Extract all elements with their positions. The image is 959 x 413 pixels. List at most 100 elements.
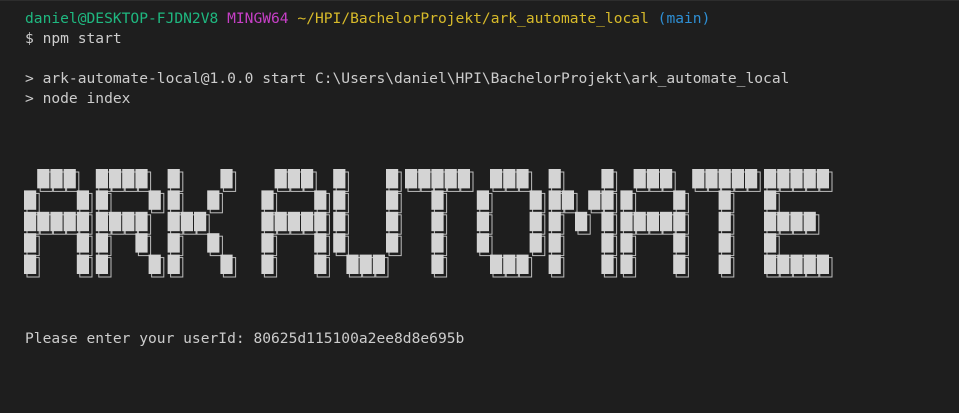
banner-block xyxy=(418,169,431,189)
banner-block xyxy=(386,190,399,210)
banner-block xyxy=(673,211,686,232)
banner-block xyxy=(220,254,233,274)
banner-block xyxy=(95,254,108,274)
banner-block xyxy=(24,211,37,232)
banner-block xyxy=(431,190,444,210)
banner-block xyxy=(548,211,561,232)
banner-block xyxy=(646,169,659,189)
banner-block xyxy=(148,190,161,210)
banner-block xyxy=(95,169,108,189)
banner-block xyxy=(601,169,614,189)
banner-block xyxy=(529,211,542,232)
banner-block xyxy=(692,169,705,189)
npm-script-line: > ark-automate-local@1.0.0 start C:\User… xyxy=(25,70,790,87)
banner-block xyxy=(287,169,300,189)
banner-block xyxy=(745,169,758,189)
banner-block xyxy=(194,211,207,232)
banner-block xyxy=(314,211,327,232)
command-line: $ npm start xyxy=(25,29,122,49)
banner-block xyxy=(386,233,399,253)
banner-block xyxy=(50,211,63,232)
banner-block xyxy=(764,233,777,253)
banner-block xyxy=(476,190,489,210)
banner-block xyxy=(135,233,148,253)
banner-block xyxy=(803,169,816,189)
banner-block xyxy=(646,211,659,232)
banner-block xyxy=(167,190,180,210)
banner-block xyxy=(529,190,542,210)
banner-block xyxy=(314,233,327,253)
banner-block xyxy=(431,169,444,189)
banner-block xyxy=(790,211,803,232)
banner-block xyxy=(718,211,731,232)
banner-block xyxy=(135,169,148,189)
banner-block xyxy=(63,169,76,189)
banner-block xyxy=(95,233,108,253)
prompt-line: daniel@DESKTOP-FJDN2V8 MINGW64 ~/HPI/Bac… xyxy=(25,9,710,29)
banner-block xyxy=(803,254,816,274)
ascii-art-banner: ARK AUTOMATE xyxy=(22,167,918,283)
banner-block xyxy=(673,233,686,253)
banner-block xyxy=(431,233,444,253)
banner-block xyxy=(148,254,161,274)
banner-block xyxy=(135,211,148,232)
banner-block xyxy=(24,190,37,210)
banner-block xyxy=(673,190,686,210)
prompt-path: ~/HPI/BachelorProjekt/ark_automate_local xyxy=(297,10,649,27)
banner-block xyxy=(314,190,327,210)
banner-graphic xyxy=(24,169,833,278)
banner-block xyxy=(777,211,790,232)
banner-block xyxy=(261,190,274,210)
banner-block xyxy=(516,169,529,189)
banner-block xyxy=(476,211,489,232)
banner-block xyxy=(386,211,399,232)
banner-block xyxy=(167,254,180,274)
banner-block xyxy=(548,254,561,274)
banner-block xyxy=(516,254,529,274)
banner-block xyxy=(261,211,274,232)
banner-block xyxy=(718,190,731,210)
node-command-line: > node index xyxy=(25,90,131,107)
banner-block xyxy=(431,211,444,232)
banner-block xyxy=(333,211,346,232)
banner-block xyxy=(764,190,777,210)
banner-block xyxy=(529,233,542,253)
banner-block xyxy=(167,169,180,189)
banner-block xyxy=(601,254,614,274)
banner-block xyxy=(301,211,314,232)
banner-block xyxy=(76,233,89,253)
banner-block xyxy=(561,190,574,210)
banner-block xyxy=(816,254,829,274)
banner-block xyxy=(207,190,220,210)
banner-block xyxy=(490,254,503,274)
banner-block xyxy=(633,169,646,189)
banner-block xyxy=(76,190,89,210)
terminal-window[interactable]: daniel@DESKTOP-FJDN2V8 MINGW64 ~/HPI/Bac… xyxy=(0,0,959,413)
banner-block xyxy=(790,169,803,189)
banner-block xyxy=(601,190,614,210)
command-text: npm start xyxy=(42,30,122,47)
banner-block xyxy=(24,233,37,253)
banner-block xyxy=(718,233,731,253)
banner-block xyxy=(372,254,385,274)
banner-block xyxy=(109,211,122,232)
banner-block xyxy=(167,233,180,253)
banner-block xyxy=(764,254,777,274)
banner-block xyxy=(476,233,489,253)
user-id-prompt[interactable]: Please enter your userId: 80625d115100a2… xyxy=(25,329,464,349)
banner-block xyxy=(274,169,287,189)
prompt-git-branch: (main) xyxy=(657,10,711,27)
banner-block xyxy=(620,211,633,232)
banner-block xyxy=(24,254,37,274)
banner-block xyxy=(620,233,633,253)
banner-block xyxy=(575,211,588,232)
banner-block xyxy=(620,190,633,210)
banner-block xyxy=(431,254,444,274)
banner-block xyxy=(301,169,314,189)
banner-block xyxy=(95,211,108,232)
banner-block xyxy=(588,190,601,210)
banner-block xyxy=(333,169,346,189)
banner-block xyxy=(37,211,50,232)
banner-block xyxy=(803,211,816,232)
banner-block xyxy=(122,211,135,232)
